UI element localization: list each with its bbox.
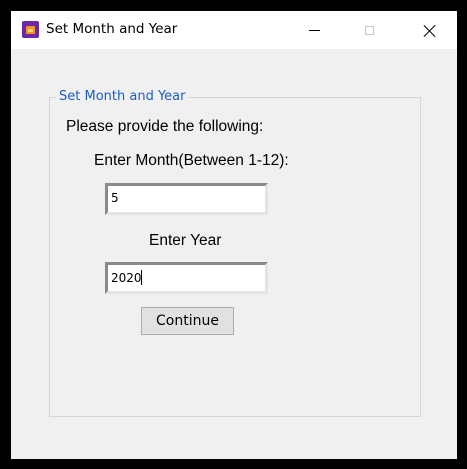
close-icon	[423, 24, 436, 37]
year-input-value: 2020	[111, 270, 143, 285]
month-input-value: 5	[111, 191, 119, 205]
year-input-text: 2020	[111, 271, 142, 285]
group-box	[49, 97, 421, 417]
continue-button[interactable]: Continue	[141, 307, 234, 335]
app-icon-highlight	[28, 29, 33, 32]
close-button[interactable]	[406, 11, 452, 49]
group-box-title: Set Month and Year	[56, 89, 189, 104]
text-cursor	[140, 270, 143, 285]
year-label: Enter Year	[149, 232, 222, 249]
maximize-icon	[364, 25, 374, 35]
app-icon	[22, 21, 39, 38]
month-input[interactable]: 5	[105, 183, 268, 215]
title-bar[interactable]: Set Month and Year	[11, 11, 457, 49]
minimize-button[interactable]	[291, 11, 337, 49]
maximize-button	[346, 11, 392, 49]
year-input[interactable]: 2020	[105, 262, 268, 294]
dialog-window: Set Month and Year Set Month and Year Pl…	[0, 0, 467, 469]
window-title: Set Month and Year	[46, 21, 178, 37]
intro-text: Please provide the following:	[66, 118, 264, 135]
minimize-icon	[308, 29, 320, 31]
dialog-client-area: Set Month and Year Set Month and Year Pl…	[11, 11, 457, 459]
month-label: Enter Month(Between 1-12):	[94, 152, 289, 169]
